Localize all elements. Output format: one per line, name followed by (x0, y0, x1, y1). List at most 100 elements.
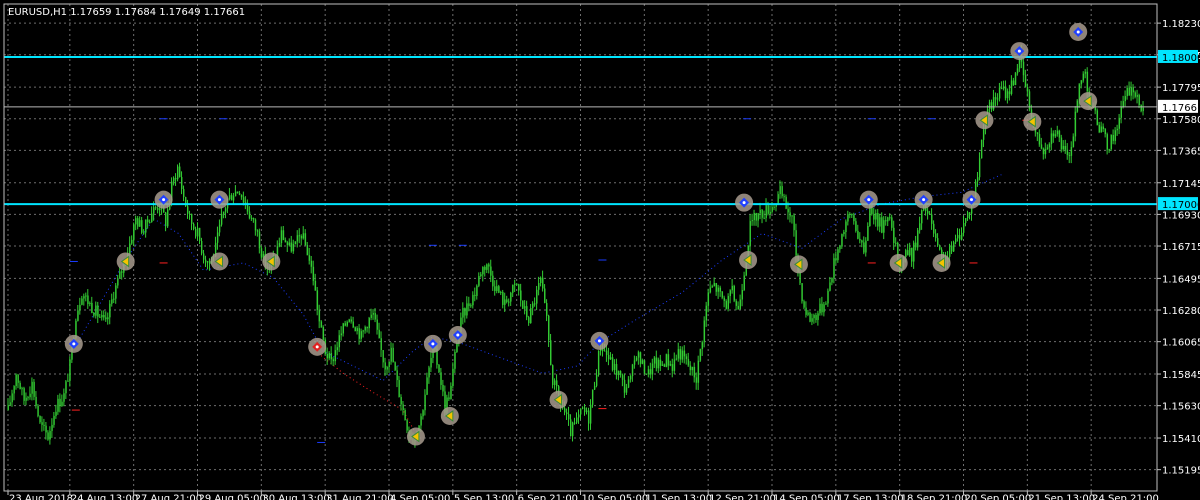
candle-body (9, 402, 11, 405)
signal-marker-blue (154, 190, 173, 209)
candle-body (757, 213, 759, 221)
candle-body (240, 194, 243, 198)
candle-body (204, 259, 207, 263)
signal-marker-arrow (549, 390, 568, 409)
candle-body (260, 248, 263, 258)
candle-body (552, 365, 554, 385)
candle-body (998, 87, 1001, 99)
candle-body (625, 387, 628, 393)
candle-body (966, 212, 969, 218)
candle-body (639, 352, 642, 364)
candle-body (1118, 117, 1120, 129)
price-chart[interactable]: 1.182301.180151.177951.175801.173651.171… (0, 0, 1200, 500)
candle-body (93, 312, 95, 316)
candle-body (428, 367, 430, 378)
candle-body (310, 260, 313, 267)
candle-body (713, 283, 716, 287)
candle-body (566, 412, 568, 415)
candle-body (615, 364, 618, 375)
candle-body (703, 320, 706, 343)
candle-body (576, 417, 578, 423)
candle-body (957, 234, 959, 239)
candle-body (683, 350, 686, 357)
diamond-center (969, 198, 973, 202)
candle-body (885, 220, 887, 222)
candle-body (91, 302, 93, 313)
candle-body (637, 352, 640, 358)
candle-body (145, 219, 147, 233)
candle-body (494, 286, 496, 292)
candle-body (783, 196, 785, 198)
candle-body (1094, 107, 1097, 111)
candle-body (506, 299, 508, 302)
candle-body (250, 217, 253, 219)
candle-body (478, 275, 480, 286)
candle-body (346, 321, 349, 326)
candle-body (895, 242, 897, 244)
candle-body (488, 264, 490, 267)
candle-body (554, 380, 556, 385)
candle-body (236, 191, 239, 193)
candle-body (699, 349, 702, 361)
candle-body (252, 217, 255, 220)
candle-body (115, 285, 117, 299)
candle-body (781, 186, 783, 197)
candle-body (155, 207, 157, 209)
candle-body (322, 327, 325, 340)
candle-body (1000, 87, 1003, 89)
candle-body (701, 342, 704, 350)
candle-body (196, 227, 199, 237)
candle-body (1062, 146, 1065, 150)
candle-body (364, 326, 366, 331)
candle-body (61, 401, 63, 407)
candle-body (1120, 106, 1122, 118)
candle-body (1080, 80, 1083, 85)
candle-body (964, 217, 967, 223)
candle-body (751, 220, 753, 222)
candle-body (508, 301, 510, 303)
candle-body (157, 207, 159, 211)
candle-body (228, 195, 231, 200)
candle-body (216, 232, 219, 243)
candle-body (833, 258, 835, 278)
x-tick-label: 5 Sep 13:00 (454, 493, 514, 500)
diamond-center (742, 201, 746, 205)
candle-body (147, 219, 149, 223)
candle-body (697, 360, 700, 383)
y-tick-label: 1.15195 (1162, 466, 1200, 477)
diamond-center (1076, 30, 1080, 34)
candle-body (685, 356, 688, 360)
diamond-center (162, 198, 166, 202)
candle-body (1002, 86, 1005, 89)
candle-body (949, 245, 951, 257)
candle-body (232, 196, 235, 201)
candle-body (179, 166, 181, 178)
candle-body (356, 328, 358, 332)
candle-body (857, 230, 859, 239)
candle-body (95, 305, 97, 316)
candle-body (19, 382, 21, 390)
candle-body (661, 364, 664, 366)
candle-body (366, 326, 368, 329)
candle-body (372, 313, 374, 315)
candle-body (230, 195, 233, 201)
candle-body (298, 235, 301, 237)
signal-marker-arrow (889, 253, 908, 272)
candle-body (440, 372, 442, 385)
candle-body (77, 310, 79, 321)
candle-body (35, 396, 37, 406)
candle-body (817, 313, 819, 320)
price-axis[interactable]: 1.182301.180151.177951.175801.173651.171… (1157, 19, 1200, 477)
x-tick-label: 31 Aug 21:00 (326, 493, 393, 500)
candle-body (546, 303, 548, 316)
candle-body (990, 102, 993, 110)
candle-body (909, 247, 911, 256)
candle-body (1116, 128, 1119, 131)
candle-body (1070, 147, 1073, 156)
signal-marker-blue (735, 193, 754, 212)
candle-body (7, 404, 9, 411)
candle-body (258, 231, 261, 249)
candle-body (815, 315, 817, 320)
candle-body (41, 422, 43, 425)
x-tick-label: 11 Sep 13:00 (645, 493, 712, 500)
